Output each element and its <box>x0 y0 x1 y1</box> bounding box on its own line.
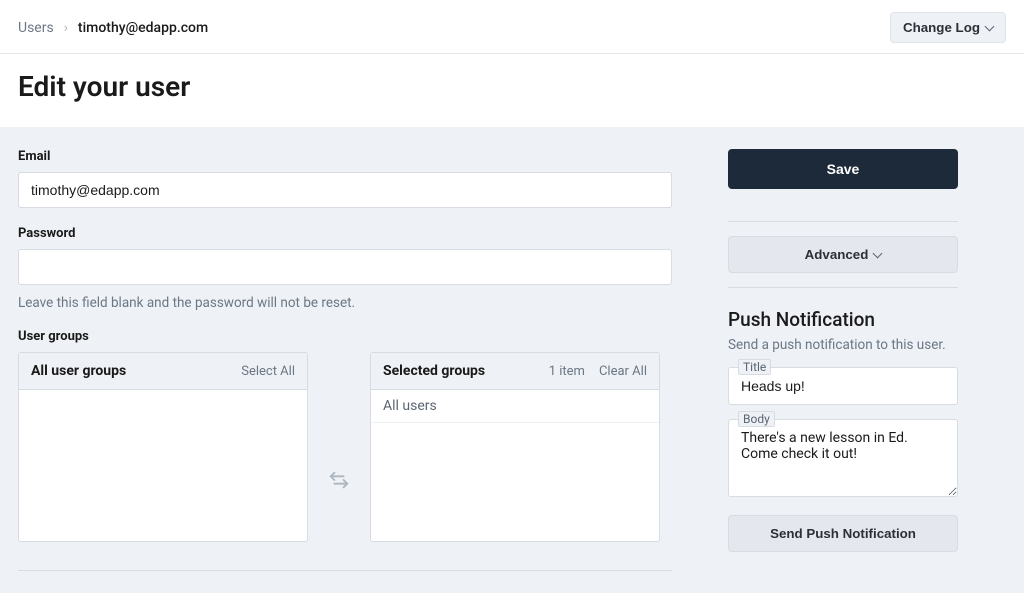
save-button[interactable]: Save <box>728 149 958 189</box>
push-heading: Push Notification <box>728 308 958 331</box>
selected-count: 1 item <box>549 364 585 379</box>
all-user-groups-panel: All user groups Select All <box>18 352 308 542</box>
advanced-button[interactable]: Advanced <box>728 236 958 273</box>
change-log-button[interactable]: Change Log <box>890 12 1006 43</box>
email-field[interactable] <box>18 172 672 208</box>
divider <box>728 287 958 288</box>
selected-groups-list[interactable]: All users <box>371 390 659 541</box>
selected-groups-panel: Selected groups 1 item Clear All All use… <box>370 352 660 542</box>
breadcrumb-root[interactable]: Users <box>18 20 54 36</box>
chevron-down-icon <box>985 21 995 31</box>
user-groups-label: User groups <box>18 329 688 344</box>
push-body-label: Body <box>738 411 775 427</box>
breadcrumb: Users › timothy@edapp.com <box>18 20 208 36</box>
chevron-down-icon <box>873 248 883 258</box>
divider <box>728 221 958 222</box>
email-label: Email <box>18 149 688 164</box>
selected-groups-title: Selected groups <box>383 363 485 379</box>
push-body-field[interactable] <box>728 419 958 497</box>
change-log-label: Change Log <box>903 20 980 35</box>
page-title: Edit your user <box>0 54 1024 127</box>
breadcrumb-current: timothy@edapp.com <box>78 20 208 36</box>
send-push-button[interactable]: Send Push Notification <box>728 515 958 552</box>
section-divider <box>18 570 672 571</box>
advanced-label: Advanced <box>805 247 869 262</box>
push-subtext: Send a push notification to this user. <box>728 337 958 353</box>
password-help-text: Leave this field blank and the password … <box>18 295 688 311</box>
push-title-label: Title <box>738 359 771 375</box>
select-all-button[interactable]: Select All <box>241 364 295 379</box>
transfer-icon <box>328 469 350 495</box>
password-field[interactable] <box>18 249 672 285</box>
chevron-right-icon: › <box>64 20 68 36</box>
clear-all-button[interactable]: Clear All <box>599 364 647 379</box>
all-groups-title: All user groups <box>31 363 126 379</box>
password-label: Password <box>18 226 688 241</box>
list-item[interactable]: All users <box>371 390 659 423</box>
all-groups-list[interactable] <box>19 390 307 541</box>
